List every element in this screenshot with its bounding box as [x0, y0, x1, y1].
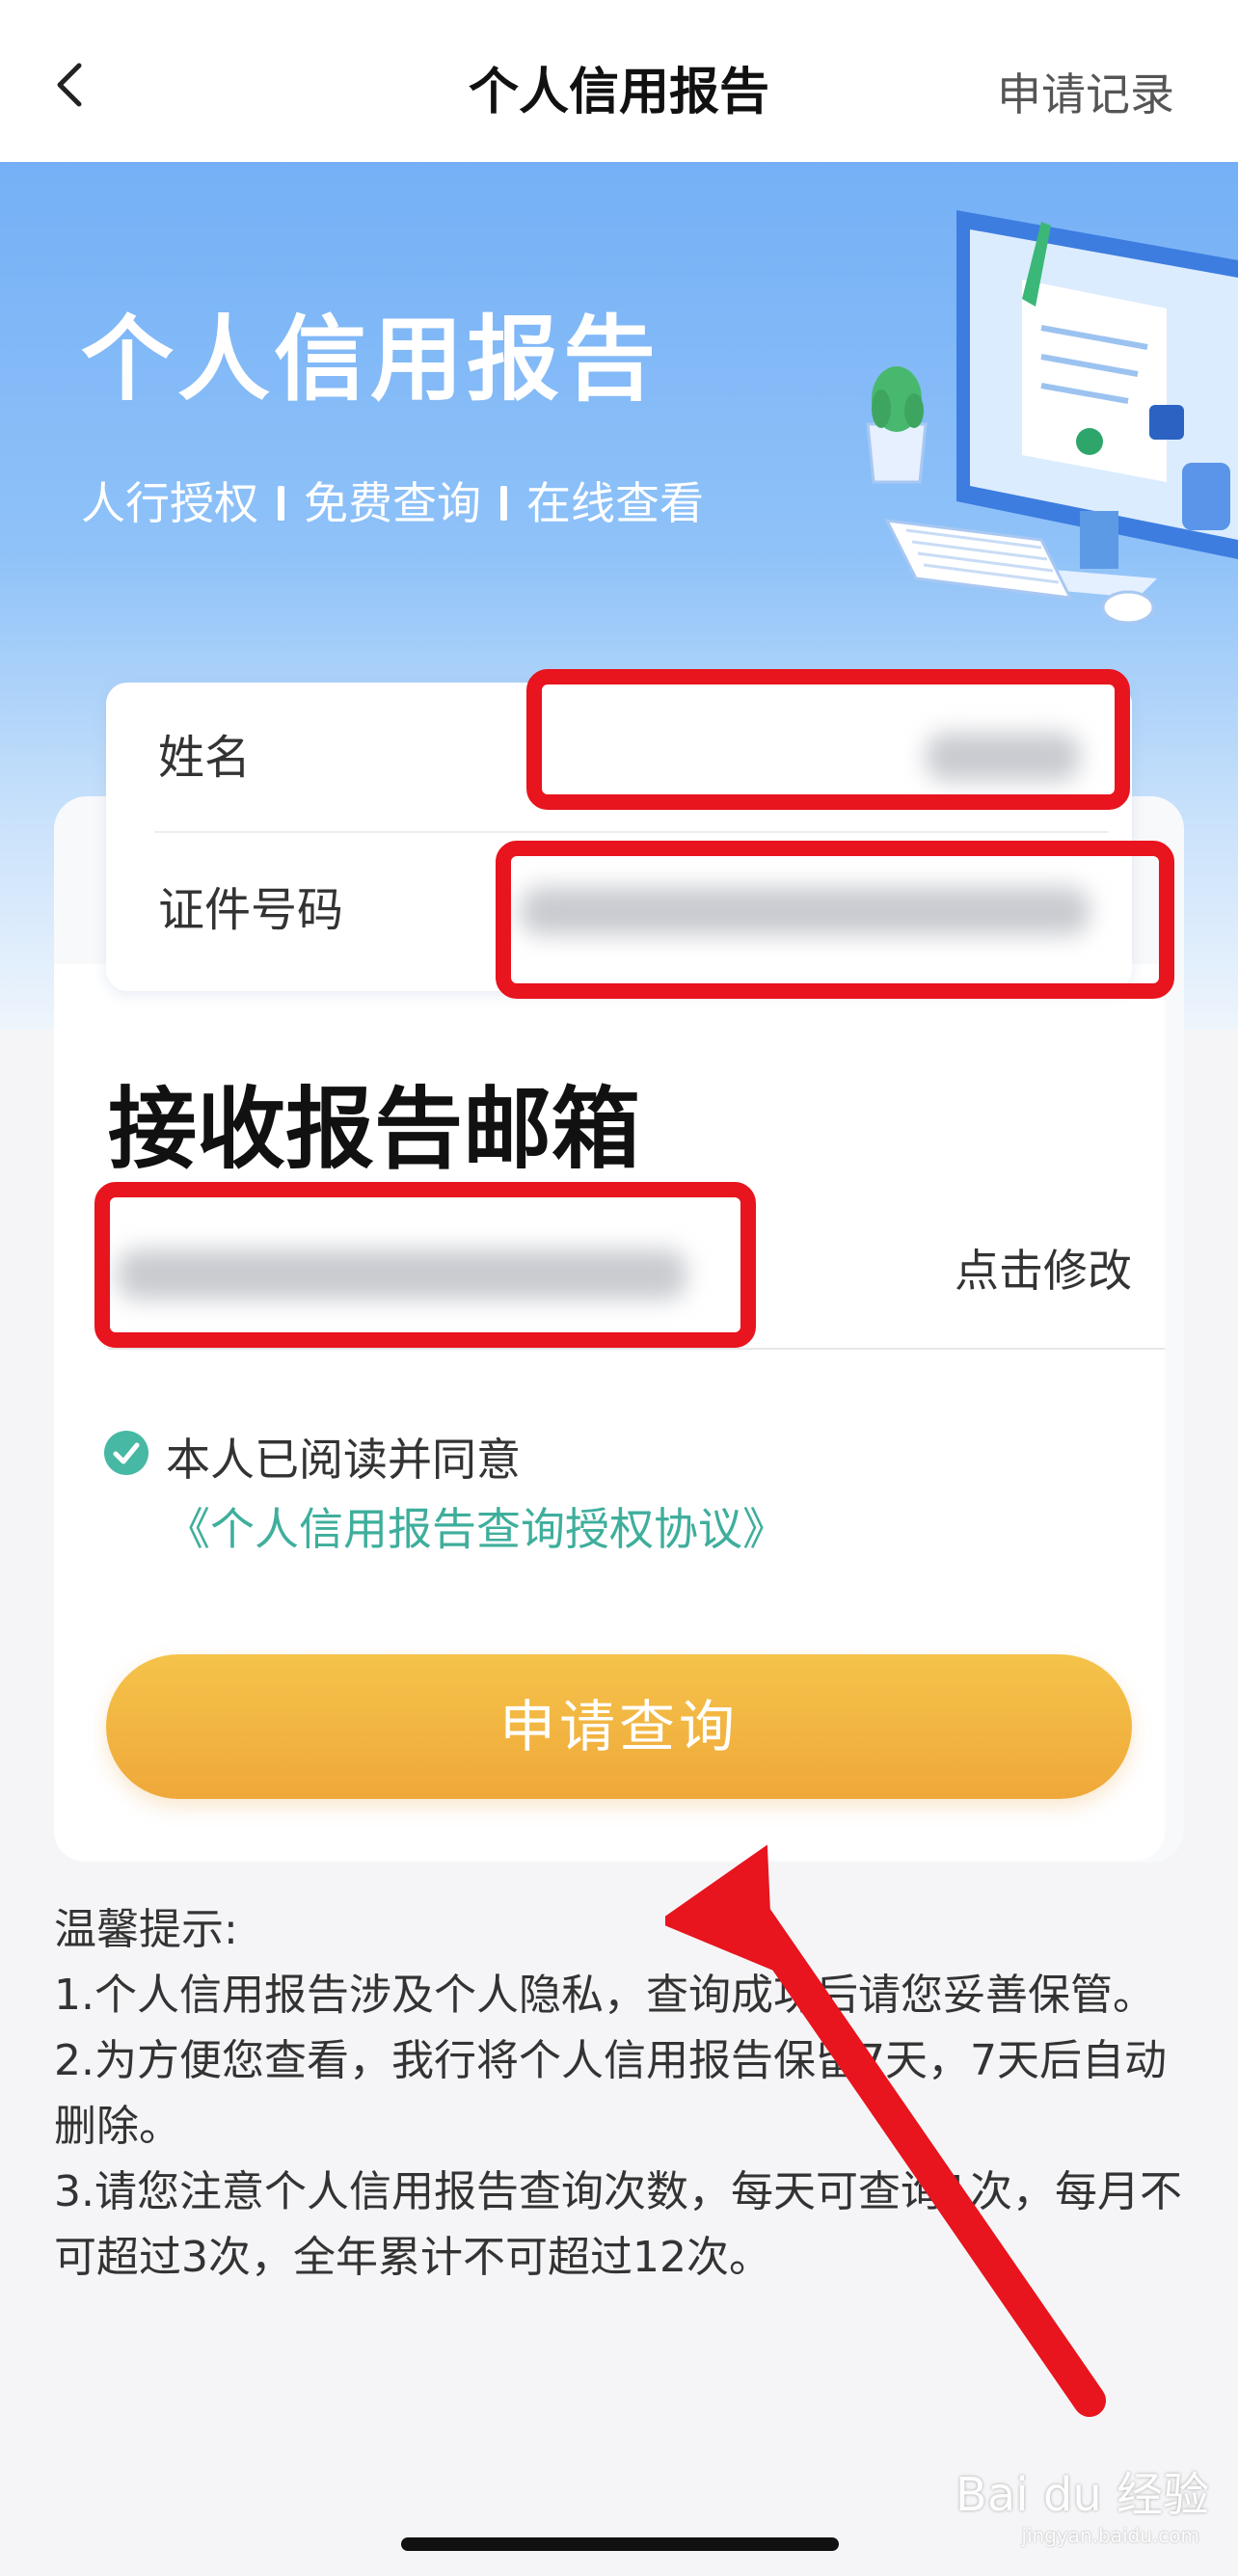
email-divider [108, 1348, 1165, 1350]
annotation-box-name [526, 669, 1130, 810]
computer-illustration [848, 193, 1238, 656]
agreement-text: 本人已阅读并同意 《个人信用报告查询授权协议》 [166, 1425, 1140, 1564]
annotation-box-id [496, 841, 1174, 999]
feature-online-view: 在线查看 [526, 477, 704, 529]
modify-email-link[interactable]: 点击修改 [955, 1244, 1132, 1298]
home-indicator [401, 2537, 839, 2551]
check-icon [113, 1442, 140, 1464]
application-history-link[interactable]: 申请记录 [997, 69, 1174, 120]
hero-features: 人行授权 免费查询 在线查看 [81, 476, 704, 530]
id-number-label: 证件号码 [158, 883, 344, 937]
feature-free-query: 免费查询 [304, 477, 481, 529]
agreement-link[interactable]: 《个人信用报告查询授权协议》 [166, 1503, 787, 1555]
agreement-checkbox[interactable] [104, 1431, 148, 1475]
feature-separator [278, 486, 284, 521]
submit-query-button[interactable]: 申请查询 [106, 1654, 1132, 1799]
annotation-arrow [657, 1812, 1128, 2429]
feature-separator [500, 486, 507, 521]
email-section-title: 接收报告邮箱 [108, 1078, 641, 1181]
form-divider [154, 831, 1109, 833]
watermark-url: jingyan.baidu.com [1021, 2524, 1199, 2547]
name-label: 姓名 [158, 731, 252, 785]
feature-authorized: 人行授权 [81, 477, 258, 529]
agreement-prefix: 本人已阅读并同意 [166, 1434, 521, 1486]
hero-title: 个人信用报告 [81, 306, 659, 414]
watermark-logo: Bai du 经验 [955, 2468, 1209, 2522]
annotation-box-email [94, 1182, 756, 1348]
